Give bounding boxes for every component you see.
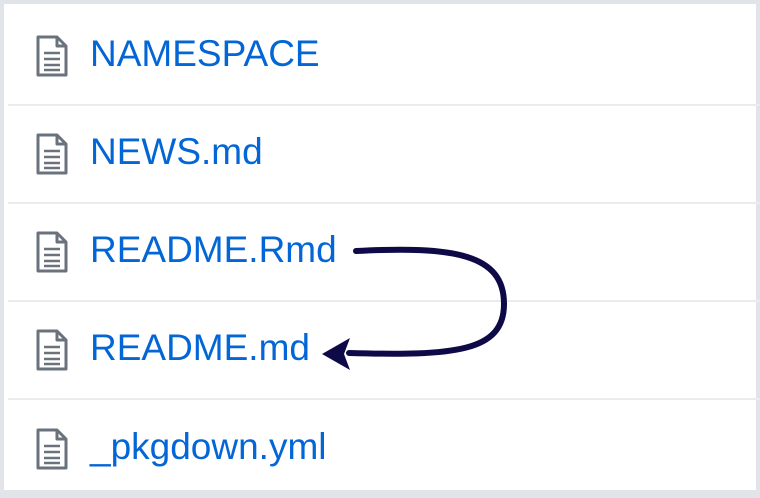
file-row-namespace[interactable]: NAMESPACE <box>8 8 760 106</box>
file-link-readme-rmd[interactable]: README.Rmd <box>90 228 337 272</box>
file-text-icon <box>36 231 68 273</box>
file-text-icon <box>36 428 68 470</box>
file-link-namespace[interactable]: NAMESPACE <box>90 32 320 76</box>
file-row-news[interactable]: NEWS.md <box>8 106 760 204</box>
file-row-pkgdown[interactable]: _pkgdown.yml <box>8 400 760 498</box>
file-link-readme-md[interactable]: README.md <box>90 326 310 370</box>
file-text-icon <box>36 133 68 175</box>
file-browser-frame: NAMESPACE NEWS.md README.Rmd README.md _… <box>0 0 760 494</box>
file-link-news[interactable]: NEWS.md <box>90 130 263 174</box>
file-row-readme-md[interactable]: README.md <box>8 302 760 400</box>
file-text-icon <box>36 35 68 77</box>
file-list: NAMESPACE NEWS.md README.Rmd README.md _… <box>8 8 760 494</box>
file-row-readme-rmd[interactable]: README.Rmd <box>8 204 760 302</box>
file-text-icon <box>36 329 68 371</box>
file-link-pkgdown[interactable]: _pkgdown.yml <box>90 425 327 469</box>
